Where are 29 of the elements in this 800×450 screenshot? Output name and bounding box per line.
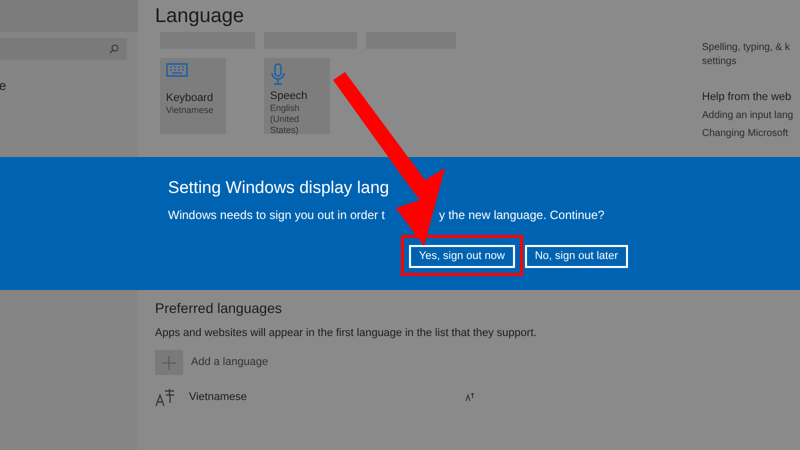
language-name: Vietnamese xyxy=(189,390,248,405)
page-title: Language xyxy=(155,6,245,26)
settings-tile[interactable]: Speech English (United States) xyxy=(264,58,330,134)
tile-title: Speech xyxy=(270,90,308,103)
language-icon xyxy=(155,387,177,407)
dialog-message: y the new language. Continue? xyxy=(439,207,604,224)
related-link[interactable]: Spelling, typing, & k settings xyxy=(702,41,800,69)
settings-tile[interactable]: Keyboard Vietnamese xyxy=(160,58,226,134)
language-row[interactable]: Vietnamese xyxy=(155,387,475,407)
add-language-label[interactable]: Add a language xyxy=(191,354,268,371)
section-description: Apps and websites will appear in the first language in the list that they support. xyxy=(155,326,538,341)
dialog-button[interactable]: Yes, sign out now xyxy=(409,244,515,268)
search-field[interactable] xyxy=(0,38,127,60)
add-language-button[interactable] xyxy=(155,350,183,375)
section-heading: Help from the web xyxy=(702,90,792,104)
tile-title: Keyboard xyxy=(166,92,214,105)
help-link[interactable]: Adding an input lang xyxy=(702,110,800,122)
language-options-icon xyxy=(465,392,475,402)
dialog-button[interactable]: No, sign out later xyxy=(524,244,628,268)
microphone-icon xyxy=(270,63,286,85)
section-heading: Preferred languages xyxy=(155,299,283,318)
tile-subtitle: English (United States) xyxy=(270,103,301,136)
keyboard-icon xyxy=(166,63,188,77)
search-icon xyxy=(109,44,119,54)
tile-subtitle: Vietnamese xyxy=(166,105,214,116)
dialog-message: Windows needs to sign you out in order t xyxy=(168,207,386,224)
dialog-title: Setting Windows display lang xyxy=(168,179,390,196)
plus-icon xyxy=(162,356,176,370)
help-link[interactable]: Changing Microsoft xyxy=(702,128,800,140)
